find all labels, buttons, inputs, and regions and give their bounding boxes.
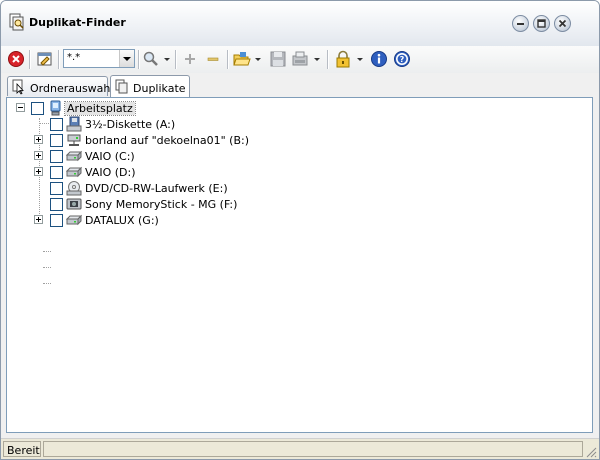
edit-icon [37, 52, 52, 66]
expand-toggle[interactable] [34, 135, 43, 144]
checkbox[interactable] [50, 134, 63, 147]
duplicates-icon [115, 79, 129, 98]
checkbox[interactable] [50, 182, 63, 195]
memory-stick-icon [66, 196, 82, 212]
info-button[interactable] [370, 50, 388, 68]
checkbox[interactable] [50, 118, 63, 131]
checkbox[interactable] [50, 166, 63, 179]
folder-tree[interactable]: Arbeitsplatz 3½-Diskette (A:) borland au… [6, 97, 593, 433]
search-icon [143, 51, 158, 66]
close-button[interactable] [554, 15, 571, 32]
network-drive-icon [66, 132, 82, 148]
checkbox[interactable] [31, 102, 44, 115]
file-filter-value: *.* [67, 52, 81, 63]
tree-item-label: VAIO (D:) [85, 166, 136, 179]
tab-duplikate[interactable]: Duplikate [110, 75, 190, 97]
hard-drive-icon [65, 164, 83, 180]
open-folder-dropdown-arrow[interactable] [255, 58, 261, 61]
lock-button[interactable] [334, 50, 352, 68]
stop-icon [8, 51, 24, 67]
tab-strip: Ordnerauswahl Duplikate [1, 73, 599, 97]
collapse-toggle[interactable] [16, 103, 25, 112]
tree-root-arbeitsplatz[interactable]: Arbeitsplatz [7, 100, 587, 116]
main-window: Duplikat-Finder ? *.* Ordnerauswahl Dupl… [0, 0, 600, 460]
lock-icon [336, 50, 350, 68]
tree-item-label: VAIO (C:) [85, 150, 135, 163]
tree-item-label: Sony MemoryStick - MG (F:) [85, 198, 238, 211]
add-button[interactable] [181, 50, 199, 68]
search-dropdown-arrow[interactable] [164, 58, 170, 61]
save-button[interactable] [269, 50, 287, 68]
maximize-icon [537, 19, 546, 28]
title-bar[interactable]: Duplikat-Finder [1, 1, 599, 46]
maximize-button[interactable] [533, 15, 550, 32]
tree-item-floppy-a[interactable]: 3½-Diskette (A:) [7, 116, 587, 132]
tree-item-dvd-e[interactable]: DVD/CD-RW-Laufwerk (E:) [7, 180, 587, 196]
expand-toggle[interactable] [34, 215, 43, 224]
floppy-icon [66, 116, 82, 132]
search-button[interactable] [142, 50, 160, 68]
expand-toggle[interactable] [34, 151, 43, 160]
tab-label: Ordnerauswahl [30, 82, 114, 95]
computer-icon [48, 100, 64, 116]
tab-ordnerauswahl[interactable]: Ordnerauswahl [7, 76, 113, 98]
folder-open-icon [233, 52, 251, 66]
help-icon: ? [394, 51, 410, 67]
minimize-icon [517, 23, 524, 25]
expand-toggle[interactable] [34, 167, 43, 176]
remove-button[interactable] [204, 50, 222, 68]
folder-select-icon [12, 79, 26, 98]
export-icon [292, 51, 308, 66]
status-pane: Bereit [3, 441, 41, 457]
tree-item-label: Arbeitsplatz [64, 101, 136, 116]
add-icon [185, 54, 195, 64]
help-button[interactable]: ? [393, 50, 411, 68]
tree-item-vaio-c[interactable]: VAIO (C:) [7, 148, 587, 164]
info-icon [371, 51, 387, 67]
edit-button[interactable] [36, 50, 54, 68]
status-text: Bereit [7, 444, 40, 457]
resize-grip-icon[interactable] [585, 446, 597, 458]
hard-drive-icon [65, 148, 83, 164]
tree-item-vaio-d[interactable]: VAIO (D:) [7, 164, 587, 180]
tree-item-label: DVD/CD-RW-Laufwerk (E:) [85, 182, 228, 195]
tab-label: Duplikate [133, 82, 186, 95]
remove-icon [207, 57, 219, 61]
tree-item-memorystick-f[interactable]: Sony MemoryStick - MG (F:) [7, 196, 587, 212]
svg-text:?: ? [400, 55, 405, 64]
close-icon [558, 19, 567, 28]
window-title: Duplikat-Finder [29, 16, 126, 29]
app-icon [9, 13, 25, 31]
save-icon [270, 51, 286, 67]
tree-item-label: DATALUX (G:) [85, 214, 159, 227]
hard-drive-icon [65, 212, 83, 228]
tree-item-label: 3½-Diskette (A:) [85, 118, 176, 131]
chevron-down-icon[interactable] [119, 50, 134, 67]
lock-dropdown-arrow[interactable] [357, 58, 363, 61]
minimize-button[interactable] [512, 15, 529, 32]
stop-button[interactable] [7, 50, 25, 68]
tree-item-datalux-g[interactable]: DATALUX (G:) [7, 212, 587, 228]
tree-item-label: borland auf "dekoelna01" (B:) [85, 134, 250, 147]
cd-drive-icon [66, 180, 82, 196]
file-filter-combo[interactable]: *.* [63, 49, 135, 68]
export-dropdown-arrow[interactable] [314, 58, 320, 61]
status-bar: Bereit [1, 438, 599, 459]
status-pane-secondary [43, 441, 583, 457]
tree-item-network-b[interactable]: borland auf "dekoelna01" (B:) [7, 132, 587, 148]
open-folder-button[interactable] [233, 50, 251, 68]
checkbox[interactable] [50, 198, 63, 211]
export-button[interactable] [291, 50, 309, 68]
checkbox[interactable] [50, 214, 63, 227]
checkbox[interactable] [50, 150, 63, 163]
